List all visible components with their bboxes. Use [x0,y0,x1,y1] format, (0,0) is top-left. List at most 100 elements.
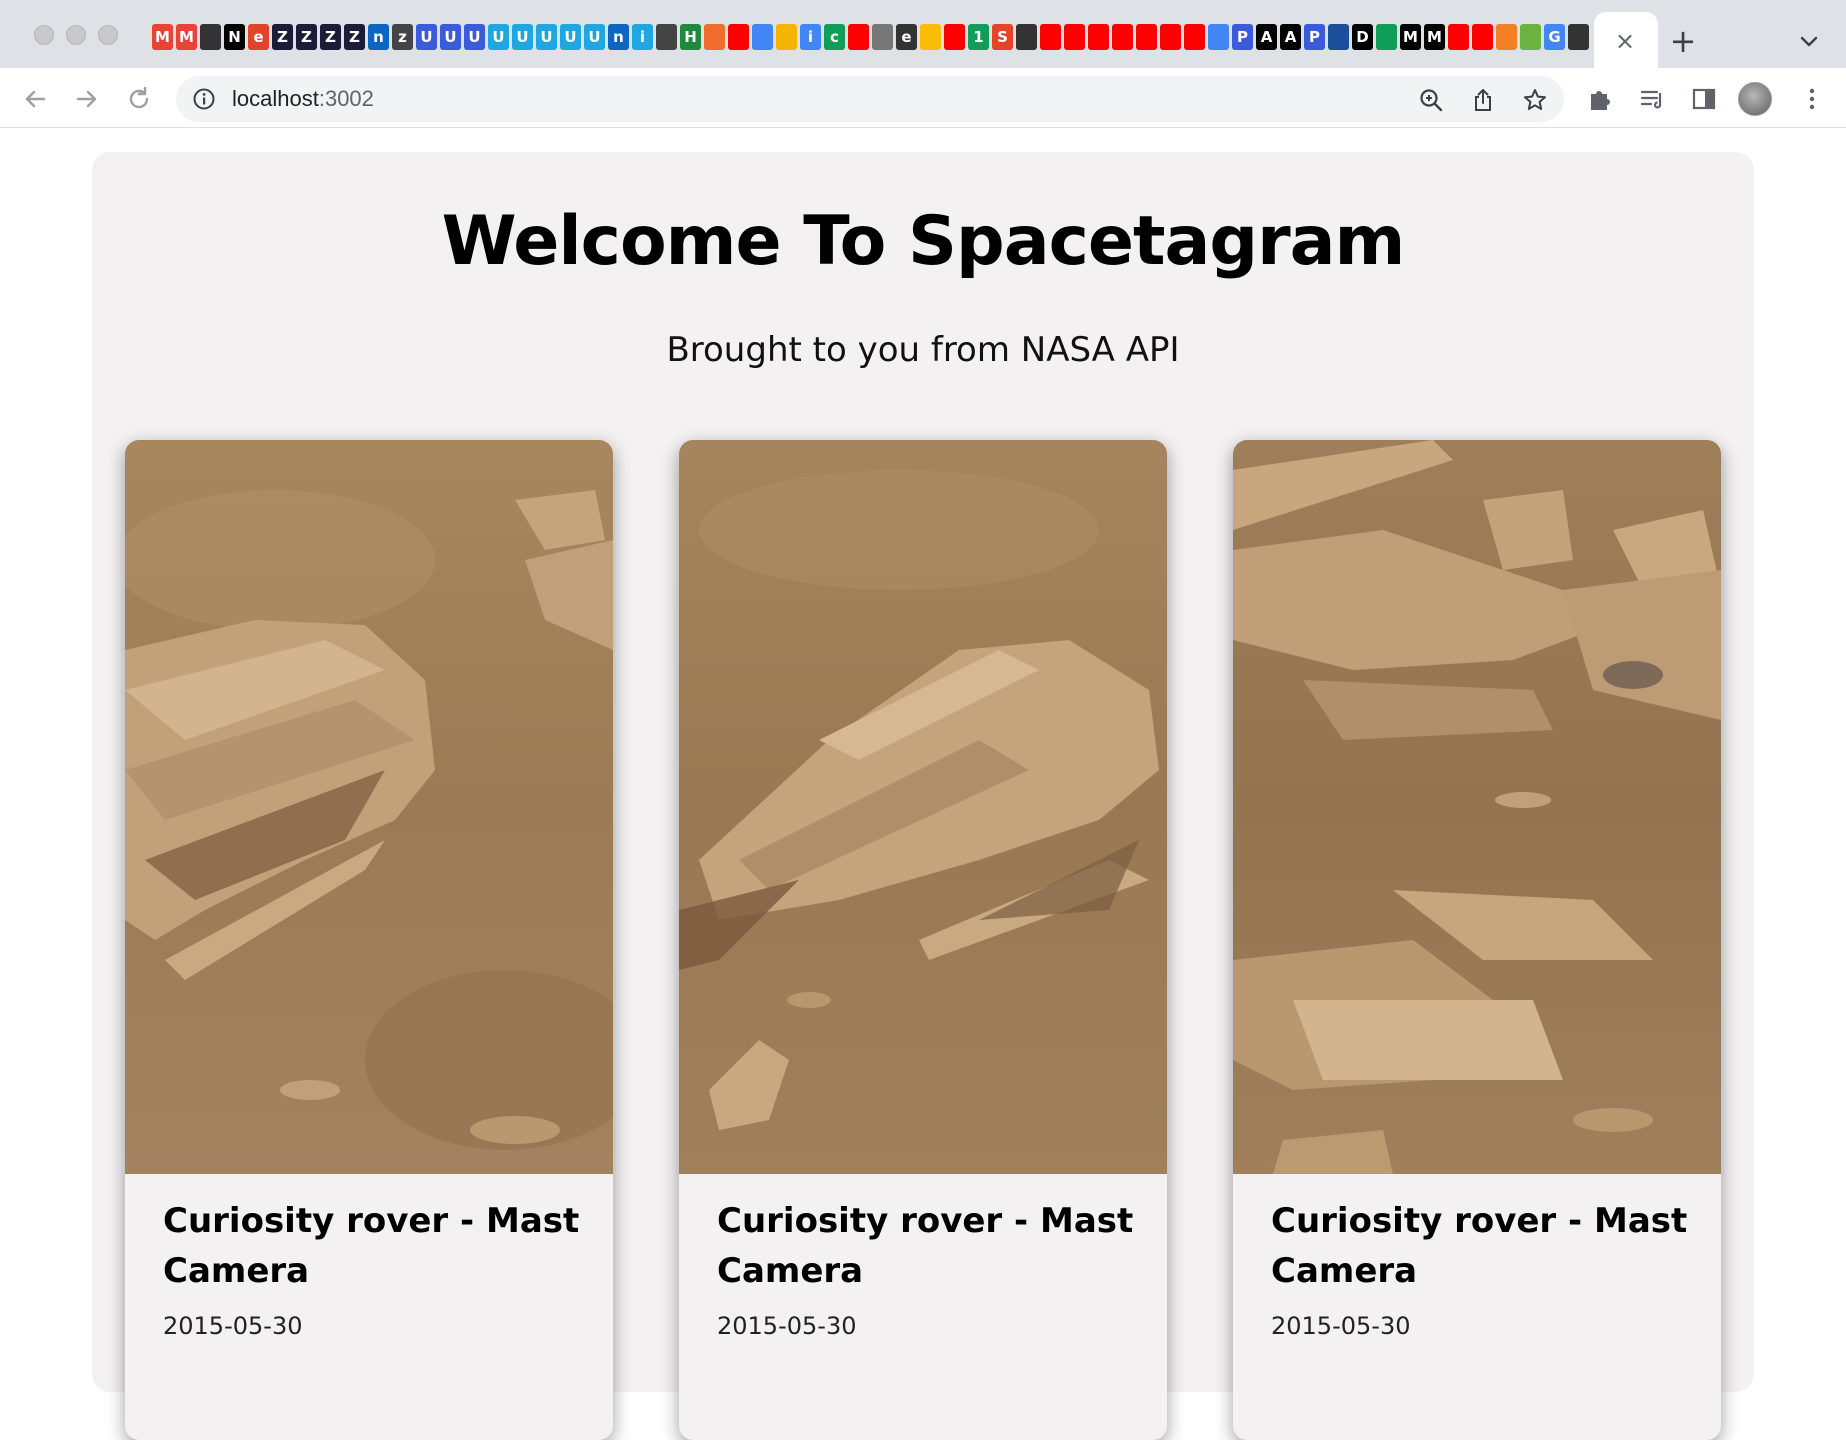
pinned-tab-favicon-icon[interactable] [1208,24,1229,50]
pinned-tab-favicon-icon[interactable] [1496,24,1517,50]
back-arrow-icon[interactable] [20,84,50,114]
site-info-icon[interactable] [192,87,216,111]
pinned-tab-favicon-icon[interactable] [920,24,941,50]
zoom-icon[interactable] [1418,87,1444,113]
pinned-tab-favicon-icon[interactable] [752,24,773,50]
pinned-tab-favicon-icon[interactable] [1472,24,1493,50]
pinned-tab-favicon-icon[interactable] [1016,24,1037,50]
extensions-puzzle-icon[interactable] [1586,85,1614,113]
pinned-tab-favicon-icon[interactable] [728,24,749,50]
side-panel-icon[interactable] [1690,85,1718,113]
pinned-tab-favicon-icon[interactable]: z [392,24,413,50]
pinned-tab-favicon-icon[interactable]: U [440,24,461,50]
reload-icon[interactable] [124,84,154,114]
pinned-tab-favicon-icon[interactable]: U [416,24,437,50]
card-title: Curiosity rover - Mast Camera [1271,1201,1688,1291]
url-port: :3002 [318,86,374,111]
pinned-tab-favicon-icon[interactable] [656,24,677,50]
pinned-tab-favicon-icon[interactable] [1376,24,1397,50]
photo-card[interactable]: Curiosity rover - Mast Camera 2015-05-30 [679,440,1167,1440]
pinned-tab-favicon-icon[interactable]: D [1352,24,1373,50]
pinned-tab-favicon-icon[interactable]: U [464,24,485,50]
pinned-tab-favicon-icon[interactable]: e [248,24,269,50]
pinned-tab-favicon-icon[interactable]: M [1400,24,1421,50]
window-minimize-button[interactable] [66,25,86,45]
profile-avatar[interactable] [1738,82,1772,116]
pinned-tab-favicon-icon[interactable]: U [536,24,557,50]
card-date: 2015-05-30 [717,1312,857,1340]
photo-card[interactable]: Curiosity rover - Mast Camera 2015-05-30 [125,440,613,1440]
pinned-tab-favicon-icon[interactable] [1568,24,1589,50]
pinned-tab-favicon-icon[interactable] [1448,24,1469,50]
new-tab-button[interactable]: + [1666,22,1700,60]
tab-close-icon[interactable]: × [1610,26,1640,56]
pinned-tab-favicon-icon[interactable]: M [1424,24,1445,50]
pinned-tab-favicon-icon[interactable] [1160,24,1181,50]
pinned-tab-favicon-icon[interactable] [200,24,221,50]
window-maximize-button[interactable] [98,25,118,45]
forward-arrow-icon[interactable] [72,84,102,114]
pinned-tab-favicon-icon[interactable]: n [608,24,629,50]
bookmark-star-icon[interactable] [1522,87,1548,113]
pinned-tab-favicon-icon[interactable]: A [1256,24,1277,50]
window-close-button[interactable] [34,25,54,45]
pinned-tab-favicon-icon[interactable] [1064,24,1085,50]
pinned-tab-favicon-icon[interactable]: S [992,24,1013,50]
pinned-tab-favicon-icon[interactable]: Z [296,24,317,50]
pinned-tab-favicon-icon[interactable] [1040,24,1061,50]
pinned-tab-favicon-icon[interactable] [1088,24,1109,50]
pinned-tab-favicon-icon[interactable]: A [1280,24,1301,50]
browser-tab-strip: MMNeZZZZnzUUUUUUUUniHice1SPAAPDMMG × + [0,0,1846,68]
pinned-tab-favicon-icon[interactable]: M [176,24,197,50]
pinned-tab-favicon-icon[interactable] [1136,24,1157,50]
more-menu-icon[interactable] [1798,85,1826,113]
pinned-tab-favicon-icon[interactable]: U [512,24,533,50]
share-icon[interactable] [1470,87,1496,113]
tab-search-chevron-icon[interactable] [1794,26,1824,56]
pinned-tab-favicon-icon[interactable]: n [368,24,389,50]
mars-rock-image[interactable] [1233,440,1721,1174]
pinned-tab-favicon-icon[interactable] [944,24,965,50]
pinned-tab-favicon-icon[interactable]: Z [320,24,341,50]
address-bar[interactable]: localhost:3002 [176,76,1564,122]
pinned-tab-favicon-icon[interactable]: U [488,24,509,50]
pinned-tab-favicon-icon[interactable]: e [896,24,917,50]
pinned-tab-favicon-icon[interactable] [1520,24,1541,50]
pinned-tab-favicon-icon[interactable] [1328,24,1349,50]
pinned-tab-favicon-icon[interactable]: M [152,24,173,50]
url-text[interactable]: localhost:3002 [232,86,374,112]
page-title: Welcome To Spacetagram [441,202,1406,281]
card-date: 2015-05-30 [163,1312,303,1340]
pinned-tab-favicon-icon[interactable] [776,24,797,50]
reading-list-icon[interactable] [1638,85,1666,113]
browser-toolbar: localhost:3002 [0,68,1846,128]
mars-rock-image[interactable] [679,440,1167,1174]
pinned-tab-favicon-icon[interactable] [1112,24,1133,50]
pinned-tab-favicon-icon[interactable]: P [1232,24,1253,50]
pinned-tab-favicon-icon[interactable]: i [800,24,821,50]
pinned-tab-favicon-icon[interactable] [848,24,869,50]
mars-rock-image[interactable] [125,440,613,1174]
pinned-tab-favicon-icon[interactable]: P [1304,24,1325,50]
card-date: 2015-05-30 [1271,1312,1411,1340]
pinned-tab-favicon-icon[interactable]: N [224,24,245,50]
pinned-tab-favicon-icon[interactable]: Z [272,24,293,50]
pinned-tab-favicon-icon[interactable]: U [560,24,581,50]
pinned-tab-favicon-icon[interactable]: H [680,24,701,50]
url-host: localhost [232,86,319,111]
card-title: Curiosity rover - Mast Camera [163,1201,580,1291]
pinned-tab-favicon-icon[interactable]: U [584,24,605,50]
pinned-tab-favicon-icon[interactable] [704,24,725,50]
pinned-tab-favicon-icon[interactable]: G [1544,24,1565,50]
pinned-tab-favicon-icon[interactable]: 1 [968,24,989,50]
photo-card[interactable]: Curiosity rover - Mast Camera 2015-05-30 [1233,440,1721,1440]
page-subtitle: Brought to you from NASA API [666,330,1180,370]
pinned-tab-favicon-icon[interactable] [872,24,893,50]
pinned-tabs: MMNeZZZZnzUUUUUUUUniHice1SPAAPDMMG [152,24,1592,58]
main-container: Welcome To Spacetagram Brought to you fr… [92,152,1754,1440]
card-title: Curiosity rover - Mast Camera [717,1201,1134,1291]
pinned-tab-favicon-icon[interactable] [1184,24,1205,50]
pinned-tab-favicon-icon[interactable]: i [632,24,653,50]
pinned-tab-favicon-icon[interactable]: c [824,24,845,50]
pinned-tab-favicon-icon[interactable]: Z [344,24,365,50]
